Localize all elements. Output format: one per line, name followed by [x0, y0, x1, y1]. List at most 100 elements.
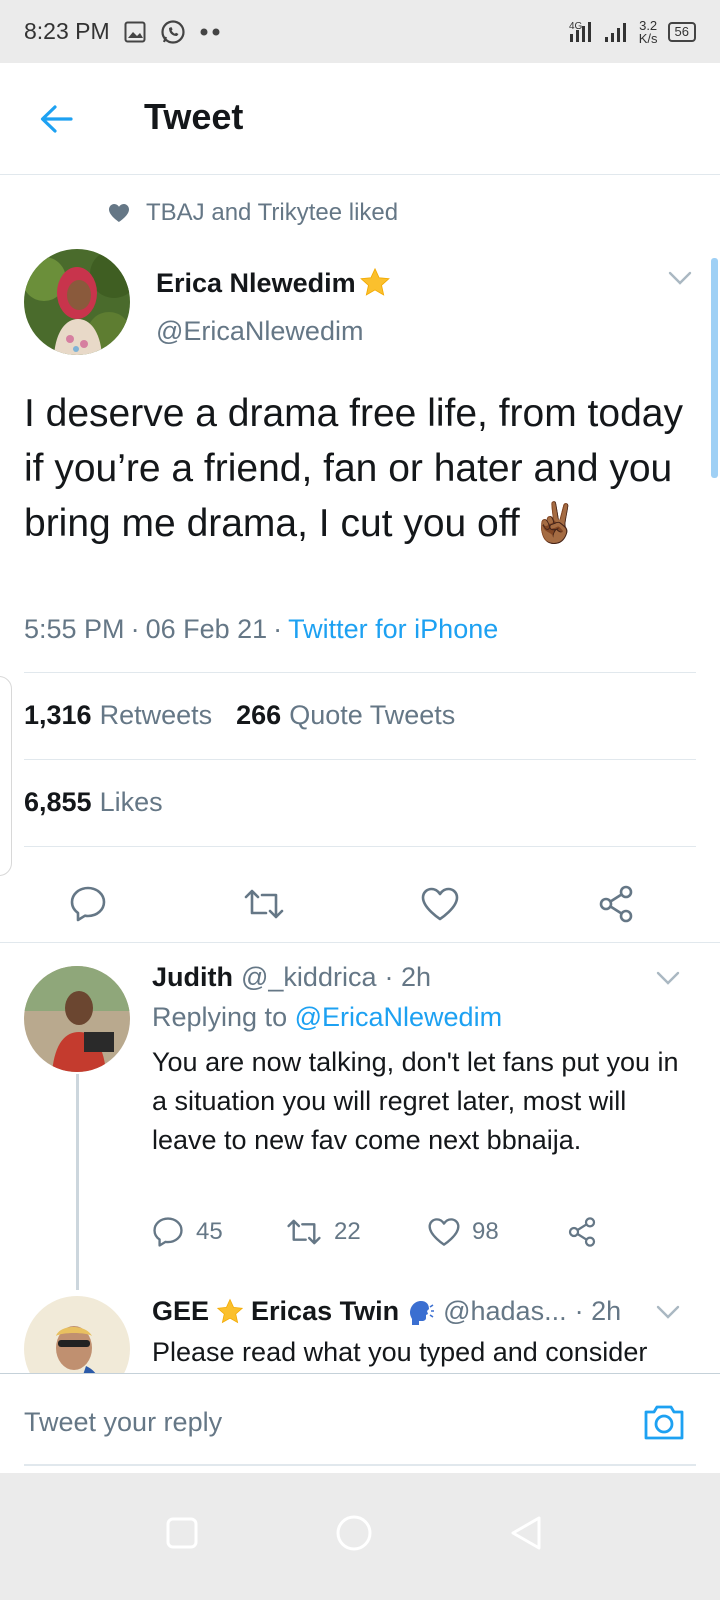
back-triangle-icon: [511, 1516, 541, 1550]
gallery-notification-icon: [124, 21, 146, 43]
likes-count: 6,855: [24, 787, 92, 817]
reply-author-name[interactable]: GEE Ericas Twin: [152, 1296, 435, 1327]
input-underline: [24, 1464, 696, 1466]
retweet-button[interactable]: [234, 874, 294, 934]
author-name-text: Erica Nlewedim: [156, 267, 356, 298]
more-notifications-icon: [200, 28, 222, 36]
reply-icon: [70, 886, 106, 922]
network-speed: 3.2 K/s: [639, 19, 658, 45]
reply-actions: 45 22 98: [152, 1216, 598, 1248]
reply-author-name[interactable]: Judith: [152, 962, 233, 993]
like-button[interactable]: [410, 874, 470, 934]
reply-input[interactable]: [24, 1394, 624, 1450]
back-button[interactable]: [36, 99, 76, 139]
edge-panel-handle[interactable]: [0, 676, 12, 876]
network-speed-unit: K/s: [638, 30, 658, 46]
heart-icon: [109, 204, 129, 222]
meta-separator: ·: [273, 614, 283, 644]
signal-4g-icon: 4G: [569, 20, 595, 44]
reply-header: GEE Ericas Twin @hadas... · 2h: [152, 1296, 621, 1327]
heart-outline-icon: [421, 887, 459, 921]
chevron-down-icon: [656, 971, 680, 985]
quotes-label: Quote Tweets: [289, 700, 456, 730]
reply-avatar[interactable]: [24, 966, 130, 1072]
reply-button[interactable]: [58, 874, 118, 934]
quote-tweets-stat[interactable]: 266 Quote Tweets: [236, 700, 455, 731]
retweet-count: 22: [334, 1218, 361, 1245]
star-emoji-icon: [216, 1298, 244, 1323]
network-speed-value: 3.2: [639, 17, 658, 33]
star-emoji-icon: [359, 267, 390, 296]
status-time: 8:23 PM: [24, 18, 110, 44]
social-context-text: TBAJ and Trikytee liked: [146, 199, 399, 226]
retweet-icon: [287, 1219, 321, 1245]
page-title: Tweet: [144, 96, 244, 137]
author-name[interactable]: Erica Nlewedim: [156, 266, 392, 300]
battery-indicator: 56: [667, 21, 696, 42]
replying-to: Replying to @EricaNlewedim: [152, 1002, 502, 1033]
reply-time: · 2h: [384, 962, 431, 992]
reply-icon: [153, 1217, 183, 1247]
reply-author-handle[interactable]: @_kiddrica: [241, 962, 376, 993]
retweets-count: 1,316: [24, 700, 92, 730]
social-context[interactable]: TBAJ and Trikytee liked: [108, 199, 398, 227]
tweet-action-bar: [0, 866, 720, 946]
camera-button[interactable]: [642, 1402, 686, 1447]
retweets-stat[interactable]: 1,316 Retweets: [24, 700, 212, 731]
recents-button[interactable]: [152, 1503, 212, 1563]
divider: [24, 759, 696, 760]
reply-author-name-part2: Ericas Twin: [251, 1296, 400, 1326]
victory-hand-emoji: ✌🏾: [530, 502, 580, 545]
back-arrow-icon: [40, 105, 73, 133]
reply-author-handle[interactable]: @hadas...: [443, 1296, 566, 1327]
reply-options-button[interactable]: [656, 1304, 680, 1325]
likes-label: Likes: [99, 787, 163, 817]
reply-reply-button[interactable]: 45: [152, 1216, 286, 1248]
camera-icon: [644, 1405, 684, 1440]
tweet-source-link[interactable]: Twitter for iPhone: [288, 614, 498, 645]
heart-outline-icon: [428, 1218, 460, 1246]
chevron-down-icon: [668, 271, 692, 285]
reply-composer: [0, 1373, 720, 1473]
speaking-head-emoji-icon: [410, 1300, 435, 1325]
likes-stats: 6,855 Likes: [24, 787, 163, 818]
share-button[interactable]: [586, 874, 646, 934]
likes-stat[interactable]: 6,855 Likes: [24, 787, 163, 818]
reply-like-button[interactable]: 98: [428, 1217, 566, 1247]
status-bar: 8:23 PM 4G 3.2 K/s 56: [0, 0, 720, 63]
reply-count: 45: [196, 1218, 223, 1245]
reply-header: Judith @_kiddrica · 2h: [152, 962, 431, 993]
reply-retweet-button[interactable]: 22: [286, 1217, 428, 1247]
whatsapp-notification-icon: [160, 19, 186, 45]
scrollbar[interactable]: [711, 258, 718, 478]
chevron-down-icon: [656, 1305, 680, 1319]
app-header: Tweet: [0, 63, 720, 175]
signal-bars-icon: [604, 21, 629, 43]
like-count: 98: [472, 1218, 499, 1245]
tweet-time: 5:55 PM: [24, 614, 125, 644]
retweet-icon: [244, 889, 284, 919]
reply-share-button[interactable]: [566, 1216, 598, 1248]
replying-to-handle[interactable]: @EricaNlewedim: [295, 1002, 502, 1032]
tweet-options-button[interactable]: [668, 270, 692, 291]
divider: [24, 672, 696, 673]
reply-options-button[interactable]: [656, 970, 680, 991]
author-handle[interactable]: @EricaNlewedim: [156, 316, 363, 347]
reply-author-name-part1: GEE: [152, 1296, 210, 1326]
tweet-meta: 5:55 PM · 06 Feb 21 · Twitter for iPhone: [24, 614, 498, 645]
tweet-date: 06 Feb 21: [145, 614, 268, 644]
thread-line: [76, 1074, 79, 1290]
home-button[interactable]: [324, 1503, 384, 1563]
reply-text: Please read what you typed and consider: [152, 1337, 648, 1367]
svg-text:4G: 4G: [569, 21, 583, 32]
retweets-label: Retweets: [99, 700, 213, 730]
section-divider: [0, 942, 720, 943]
quotes-count: 266: [236, 700, 282, 730]
meta-separator: ·: [130, 614, 140, 644]
replying-prefix: Replying to: [152, 1002, 288, 1032]
back-nav-button[interactable]: [496, 1503, 556, 1563]
home-circle-icon: [336, 1515, 372, 1551]
system-nav-bar: [0, 1473, 720, 1600]
share-icon: [599, 885, 633, 923]
author-avatar[interactable]: [24, 249, 130, 355]
